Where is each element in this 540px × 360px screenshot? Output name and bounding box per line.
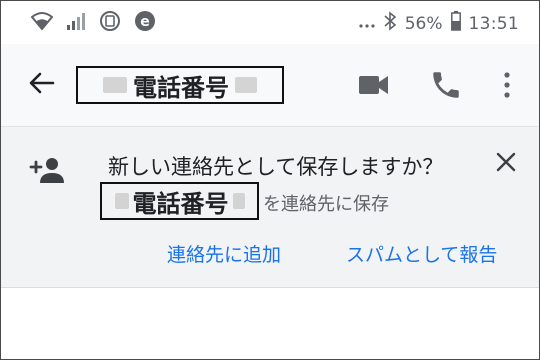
battery-percent: 56%: [404, 13, 443, 34]
app-bar: 電話番号: [1, 44, 539, 127]
phone-icon: [433, 72, 459, 98]
redacted-block: [103, 77, 127, 93]
video-call-button[interactable]: [357, 70, 391, 100]
wifi-icon: [30, 11, 54, 35]
add-person-icon: [28, 155, 66, 185]
signal-icon: [66, 11, 86, 35]
save-suffix-text: を連絡先に保存: [263, 194, 389, 215]
phone-number-text: 電話番号: [132, 189, 229, 218]
save-contact-banner: 新しい連絡先として保存しますか？ 電話番号 を連絡先に保存 連絡先に追加 スパム…: [1, 127, 539, 288]
redacted-block: [232, 193, 245, 209]
clock-time: 13:51: [468, 13, 519, 34]
bluetooth-icon: [383, 11, 397, 36]
video-call-icon: [359, 76, 388, 94]
more-dots-icon: [359, 14, 375, 34]
save-question-text: 新しい連絡先として保存しますか？: [108, 155, 444, 179]
add-contact-button[interactable]: 連絡先に追加: [167, 240, 281, 267]
report-spam-button[interactable]: スパムとして報告: [346, 240, 497, 267]
sim-icon: [99, 10, 121, 36]
back-button[interactable]: [27, 68, 57, 98]
close-icon: [496, 152, 516, 172]
contact-title-box: 電話番号: [76, 66, 284, 104]
phone-number-box: 電話番号: [100, 182, 259, 220]
redacted-block: [235, 77, 257, 93]
status-left-icons: e: [30, 10, 156, 36]
battery-icon: [450, 11, 461, 36]
close-button[interactable]: [493, 151, 519, 177]
more-options-button[interactable]: [497, 68, 517, 102]
more-vert-icon: [504, 72, 510, 98]
status-right-icons: 56% 13:51: [359, 11, 519, 36]
back-arrow-icon: [29, 72, 55, 94]
e-app-icon: e: [134, 10, 156, 36]
phone-call-button[interactable]: [429, 68, 463, 102]
page-title: 電話番号: [133, 73, 229, 102]
redacted-block: [114, 193, 129, 209]
svg-text:e: e: [140, 14, 150, 30]
status-bar: e 56% 13:51: [1, 1, 539, 43]
